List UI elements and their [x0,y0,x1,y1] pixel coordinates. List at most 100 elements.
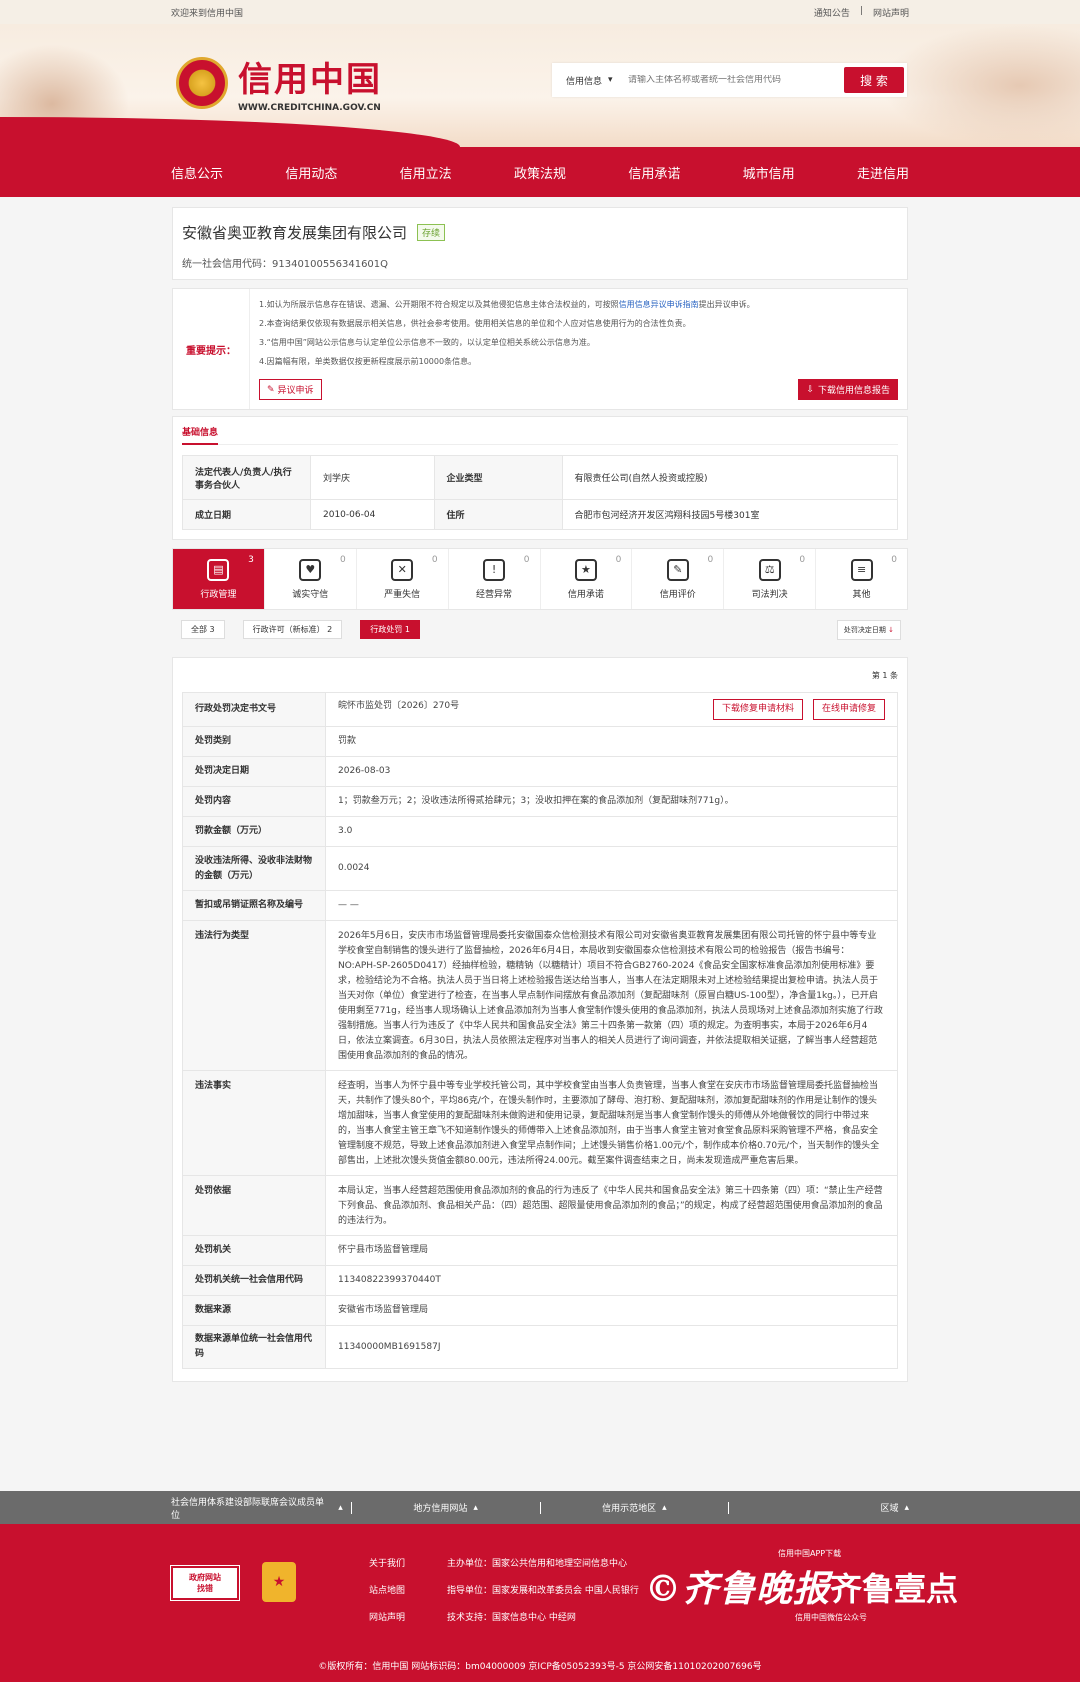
tab-label: 严重失信 [384,589,421,600]
site-header: 信用中国 WWW.CREDITCHINA.GOV.CN 信用信息 ▾ 搜 索 [0,24,1080,147]
evaluation-icon: ✎ [666,558,689,581]
other-icon: ≡ [850,558,873,581]
founded-value: 2010-06-04 [310,499,435,530]
footer-info: 主办单位：国家公共信用和地理空间信息中心 指导单位：国家发展和改革委员会 中国人… [447,1556,639,1623]
search-type-select[interactable]: 信用信息 ▾ [566,74,628,87]
download-report-button[interactable]: ⇩ 下载信用信息报告 [798,379,898,400]
field-value: 3.0 [325,816,898,847]
tab-honesty[interactable]: 0 ♥ 诚实守信 [265,549,357,609]
field-key: 罚款金额（万元） [182,816,326,847]
field-key: 没收违法所得、没收非法财物的金额（万元） [182,846,326,891]
table-row: 没收违法所得、没收非法财物的金额（万元） 0.0024 [182,846,898,891]
founded-key: 成立日期 [182,499,311,530]
watermark-qilu-yidian: 齐鲁壹点 [830,1570,959,1608]
nav-item-legislation[interactable]: 信用立法 [400,163,452,182]
download-report-label: 下载信用信息报告 [817,386,890,396]
table-row: 数据来源 安徽省市场监督管理局 [182,1295,898,1326]
nav-item-city[interactable]: 城市信用 [743,163,795,182]
notice-link[interactable]: 通知公告 [814,6,850,19]
company-card: 安徽省奥亚教育发展集团有限公司 存续 统一社会信用代码：913401005563… [172,207,908,280]
filter-penalty[interactable]: 行政处罚 1 [360,619,420,639]
online-repair-button[interactable]: 在线申请修复 [812,699,885,720]
table-row: 行政处罚决定书文号 皖怀市监处罚〔2026〕270号 下载修复申请材料 在线申请修复 [182,692,898,727]
objection-guide-link[interactable]: 信用信息异议申诉指南 [619,300,699,309]
nav-item-news[interactable]: 信用动态 [285,163,337,182]
tab-abnormal[interactable]: 0! 经营异常 [449,549,541,609]
field-value: 皖怀市监处罚〔2026〕270号 下载修复申请材料 在线申请修复 [325,692,898,727]
gov-badge-line2: 找错 [197,1584,213,1593]
top-bar: 欢迎来到信用中国 通知公告 | 网站声明 [0,0,1080,24]
field-value: 0.0024 [325,846,898,891]
tab-label: 诚实守信 [292,589,329,600]
caret-up-icon: ▴ [904,1502,909,1513]
objection-button-label: 异议申诉 [277,386,314,396]
notice-line-1: 1.如认为所展示信息存在错误、遗漏、公开期限不符合规定以及其他侵犯信息主体合法权… [259,295,898,314]
filter-all[interactable]: 全部 3 [181,619,225,639]
tab-evaluation[interactable]: 0 ✎ 信用评价 [632,549,725,609]
table-row: 处罚类别 罚款 [182,726,898,757]
field-key: 处罚决定日期 [182,756,326,787]
field-value: 11340000MB1691587J [325,1325,898,1369]
tab-label: 其他 [852,589,871,600]
company-name: 安徽省奥亚教育发展集团有限公司 [182,224,408,242]
gov-site-error-badge[interactable]: 政府网站 找错 [170,1565,240,1601]
nav-item-policy[interactable]: 政策法规 [514,163,566,182]
search-button[interactable]: 搜 索 [844,67,904,93]
tab-judicial[interactable]: 0 ⚖ 司法判决 [724,549,817,609]
status-badge: 存续 [417,224,446,241]
tab-label: 经营异常 [476,589,513,600]
notice-line-3: 3.“信用中国”网站公示信息与认定单位公示信息不一致的，以认定单位相关系统公示信… [259,338,595,347]
credit-code-value: 91340100556341601Q [272,259,389,270]
footer-regions[interactable]: 区域 ▴ [737,1501,909,1515]
site-footer: 政府网站 找错 ★ 关于我们 站点地图 网站声明 主办单位：国家公共信用和地理空间… [0,1524,1080,1682]
footer-member-units[interactable]: 社会信用体系建设部际联席会议成员单位 ▴ [171,1495,343,1521]
legal-rep-key: 法定代表人/负责人/执行事务合伙人 [182,455,311,500]
great-wall-decoration [880,24,1080,147]
field-key: 违法事实 [182,1070,326,1176]
footer-local-sites[interactable]: 地方信用网站 ▴ [360,1501,532,1515]
field-key: 数据来源单位统一社会信用代码 [182,1325,326,1369]
search-bar: 信用信息 ▾ 搜 索 [552,63,907,97]
field-value: 1；罚款叁万元；2；没收违法所得贰拾肆元；3；没收扣押在案的食品添加剂（复配甜味… [325,786,898,817]
app-download-label[interactable]: 信用中国APP下载 [778,1548,841,1559]
sort-label: 处罚决定日期 [843,626,886,634]
footer-sitemap-link[interactable]: 站点地图 [369,1583,405,1596]
wechat-label[interactable]: 信用中国微信公众号 [795,1612,867,1623]
welcome-text: 欢迎来到信用中国 [171,8,244,19]
notice-line-4: 4.因篇幅有限，单类数据仅按更新程度展示前10000条信息。 [259,357,477,366]
tab-commitment[interactable]: 0 ★ 信用承诺 [541,549,633,609]
field-key: 行政处罚决定书文号 [182,692,326,727]
tab-serious-dishonesty[interactable]: 0 ✕ 严重失信 [357,549,449,609]
download-repair-materials-button[interactable]: 下载修复申请材料 [712,699,803,720]
notice-line-1-text: 1.如认为所展示信息存在错误、遗漏、公开期限不符合规定以及其他侵犯信息主体合法权… [259,300,619,309]
table-row: 处罚机关统一社会信用代码 11340822399370440T [182,1265,898,1296]
basic-info-card: 基础信息 法定代表人/负责人/执行事务合伙人 刘学庆 企业类型 有限责任公司(自… [172,416,908,540]
nav-item-info[interactable]: 信息公示 [171,163,223,182]
field-key: 处罚类别 [182,726,326,757]
basic-info-title: 基础信息 [182,425,219,445]
site-logo[interactable]: 信用中国 WWW.CREDITCHINA.GOV.CN [176,52,382,113]
search-type-label: 信用信息 [566,76,603,87]
objection-button[interactable]: ✎ 异议申诉 [259,379,322,400]
footer-demo-areas[interactable]: 信用示范地区 ▴ [549,1501,721,1515]
field-value: — — [325,890,898,921]
search-input[interactable] [628,75,844,85]
nav-item-about[interactable]: 走进信用 [857,163,909,182]
filter-license[interactable]: 行政许可（新标准） 2 [242,619,343,639]
sort-by-date-button[interactable]: 处罚决定日期 ↓ [836,620,901,640]
table-row: 成立日期 2010-06-04 住所 合肥市包河经济开发区鸿翔科技园5号楼301… [182,499,899,530]
certificate-icon: ★ [574,558,597,581]
party-seal-icon[interactable]: ★ [262,1562,296,1602]
footer-statement-link[interactable]: 网站声明 [369,1610,405,1623]
judgment-icon: ⚖ [758,558,781,581]
tab-label: 行政管理 [200,589,237,600]
statement-link[interactable]: 网站声明 [873,6,909,19]
tab-other[interactable]: 0 ≡ 其他 [816,549,907,609]
footer-about-link[interactable]: 关于我们 [369,1556,405,1569]
table-row: 处罚机关 怀宁县市场监督管理局 [182,1235,898,1266]
table-row: 数据来源单位统一社会信用代码 11340000MB1691587J [182,1325,898,1369]
national-emblem-icon [176,56,228,109]
top-links: 通知公告 | 网站声明 [814,6,909,19]
tab-admin[interactable]: 3 ▤ 行政管理 [173,549,265,609]
nav-item-commitment[interactable]: 信用承诺 [628,163,680,182]
